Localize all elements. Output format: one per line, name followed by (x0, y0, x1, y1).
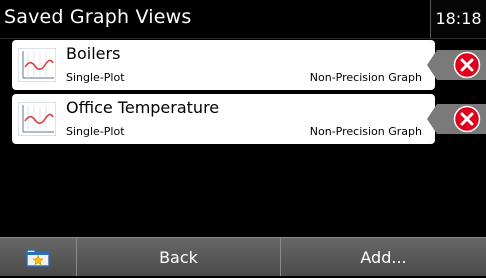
list-item[interactable]: Office Temperature Single-Plot Non-Preci… (12, 94, 435, 144)
graph-kind: Non-Precision Graph (309, 71, 422, 84)
line-graph-icon (18, 102, 56, 136)
bottom-toolbar: Back Add... (0, 237, 486, 276)
delete-button[interactable] (425, 40, 486, 90)
graph-kind: Non-Precision Graph (309, 125, 422, 138)
view-type: Single-Plot (66, 71, 125, 84)
view-type: Single-Plot (66, 125, 125, 138)
clock: 18:18 (430, 0, 486, 38)
list-item[interactable]: Boilers Single-Plot Non-Precision Graph (12, 40, 435, 90)
page-title: Saved Graph Views (4, 6, 192, 28)
favorites-folder-icon (26, 249, 50, 267)
view-name: Office Temperature (66, 98, 220, 117)
delete-button[interactable] (425, 94, 486, 144)
line-graph-icon (18, 48, 56, 82)
favorites-folder-button[interactable] (0, 238, 77, 276)
delete-x-icon (427, 50, 486, 80)
view-name: Boilers (66, 44, 121, 63)
delete-x-icon (427, 104, 486, 134)
back-button[interactable]: Back (77, 238, 281, 276)
add-button[interactable]: Add... (281, 238, 486, 276)
title-bar: Saved Graph Views 18:18 (0, 0, 486, 39)
